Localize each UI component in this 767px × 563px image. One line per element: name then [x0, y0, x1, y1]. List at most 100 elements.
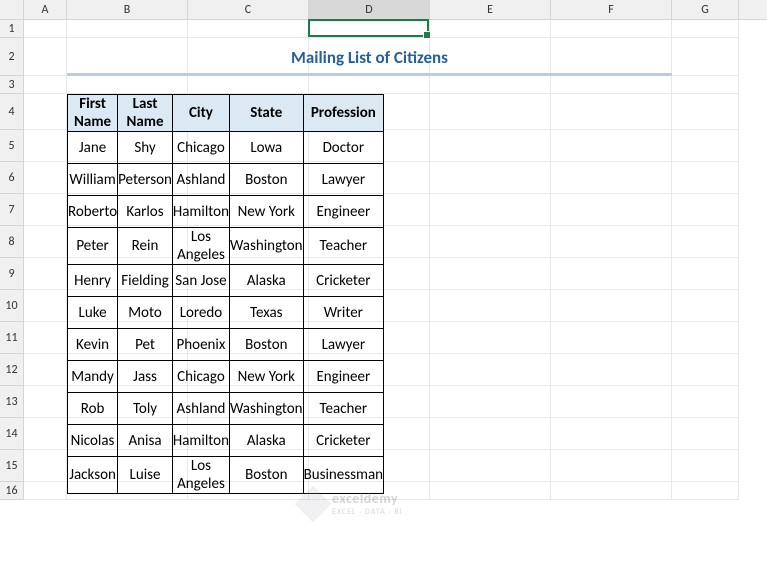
- cell-E6[interactable]: [430, 162, 551, 194]
- cell-F8[interactable]: [551, 226, 672, 258]
- cell-F13[interactable]: [551, 386, 672, 418]
- table-cell[interactable]: Teacher: [303, 393, 383, 425]
- cell-E14[interactable]: [430, 418, 551, 450]
- row-header-15[interactable]: 15: [0, 450, 24, 482]
- table-cell[interactable]: Hamilton: [172, 425, 229, 457]
- table-cell[interactable]: Engineer: [303, 361, 383, 393]
- table-cell[interactable]: Luke: [68, 297, 118, 329]
- table-header[interactable]: City: [172, 95, 229, 132]
- cell-E4[interactable]: [430, 94, 551, 130]
- table-cell[interactable]: Peterson: [118, 164, 173, 196]
- table-cell[interactable]: Pet: [118, 329, 173, 361]
- cell-F3[interactable]: [551, 76, 672, 94]
- cell-F1[interactable]: [551, 20, 672, 38]
- table-cell[interactable]: Henry: [68, 265, 118, 297]
- table-cell[interactable]: Phoenix: [172, 329, 229, 361]
- cell-C3[interactable]: [188, 76, 309, 94]
- cell-E15[interactable]: [430, 450, 551, 482]
- table-cell[interactable]: Los Angeles: [172, 228, 229, 265]
- table-cell[interactable]: Karlos: [118, 196, 173, 228]
- cell-F7[interactable]: [551, 194, 672, 226]
- table-cell[interactable]: Writer: [303, 297, 383, 329]
- row-header-2[interactable]: 2: [0, 38, 24, 76]
- row-header-12[interactable]: 12: [0, 354, 24, 386]
- table-cell[interactable]: Nicolas: [68, 425, 118, 457]
- cell-G10[interactable]: [672, 290, 739, 322]
- cell-E5[interactable]: [430, 130, 551, 162]
- cell-F12[interactable]: [551, 354, 672, 386]
- cell-G8[interactable]: [672, 226, 739, 258]
- table-cell[interactable]: Alaska: [229, 425, 303, 457]
- table-cell[interactable]: Toly: [118, 393, 173, 425]
- table-cell[interactable]: Washington: [229, 228, 303, 265]
- cell-F10[interactable]: [551, 290, 672, 322]
- cell-A14[interactable]: [24, 418, 67, 450]
- table-cell[interactable]: Rob: [68, 393, 118, 425]
- table-cell[interactable]: Washington: [229, 393, 303, 425]
- table-cell[interactable]: Boston: [229, 164, 303, 196]
- row-header-3[interactable]: 3: [0, 76, 24, 94]
- table-cell[interactable]: Anisa: [118, 425, 173, 457]
- cell-D3[interactable]: [309, 76, 430, 94]
- table-cell[interactable]: Jane: [68, 132, 118, 164]
- cell-F9[interactable]: [551, 258, 672, 290]
- table-cell[interactable]: Boston: [229, 457, 303, 494]
- table-cell[interactable]: Chicago: [172, 361, 229, 393]
- col-header-A[interactable]: A: [24, 0, 67, 19]
- table-cell[interactable]: New York: [229, 361, 303, 393]
- col-header-B[interactable]: B: [67, 0, 188, 19]
- table-cell[interactable]: Ashland: [172, 393, 229, 425]
- cell-F5[interactable]: [551, 130, 672, 162]
- table-cell[interactable]: Rein: [118, 228, 173, 265]
- cell-A5[interactable]: [24, 130, 67, 162]
- cell-A15[interactable]: [24, 450, 67, 482]
- cell-A13[interactable]: [24, 386, 67, 418]
- table-cell[interactable]: Chicago: [172, 132, 229, 164]
- table-cell[interactable]: Mandy: [68, 361, 118, 393]
- table-cell[interactable]: Lowa: [229, 132, 303, 164]
- cell-G5[interactable]: [672, 130, 739, 162]
- table-cell[interactable]: Luise: [118, 457, 173, 494]
- cell-A4[interactable]: [24, 94, 67, 130]
- cell-E8[interactable]: [430, 226, 551, 258]
- table-cell[interactable]: Texas: [229, 297, 303, 329]
- table-header[interactable]: Last Name: [118, 95, 173, 132]
- row-header-13[interactable]: 13: [0, 386, 24, 418]
- cell-D1[interactable]: [309, 20, 430, 38]
- cell-G6[interactable]: [672, 162, 739, 194]
- cell-G7[interactable]: [672, 194, 739, 226]
- cell-G4[interactable]: [672, 94, 739, 130]
- col-header-D[interactable]: D: [309, 0, 430, 19]
- cell-E10[interactable]: [430, 290, 551, 322]
- table-header[interactable]: First Name: [68, 95, 118, 132]
- cell-F15[interactable]: [551, 450, 672, 482]
- table-cell[interactable]: Loredo: [172, 297, 229, 329]
- cell-E13[interactable]: [430, 386, 551, 418]
- table-cell[interactable]: Peter: [68, 228, 118, 265]
- cell-A8[interactable]: [24, 226, 67, 258]
- table-cell[interactable]: Hamilton: [172, 196, 229, 228]
- cell-B3[interactable]: [67, 76, 188, 94]
- row-header-4[interactable]: 4: [0, 94, 24, 130]
- table-cell[interactable]: Engineer: [303, 196, 383, 228]
- cell-E3[interactable]: [430, 76, 551, 94]
- table-cell[interactable]: Fielding: [118, 265, 173, 297]
- table-cell[interactable]: New York: [229, 196, 303, 228]
- row-header-1[interactable]: 1: [0, 20, 24, 38]
- cell-F6[interactable]: [551, 162, 672, 194]
- table-cell[interactable]: Boston: [229, 329, 303, 361]
- cell-G16[interactable]: [672, 482, 739, 500]
- cell-F16[interactable]: [551, 482, 672, 500]
- table-cell[interactable]: Lawyer: [303, 164, 383, 196]
- cell-A7[interactable]: [24, 194, 67, 226]
- title-cell[interactable]: Mailing List of Citizens: [67, 38, 672, 76]
- row-header-6[interactable]: 6: [0, 162, 24, 194]
- cell-E11[interactable]: [430, 322, 551, 354]
- row-header-10[interactable]: 10: [0, 290, 24, 322]
- cell-A10[interactable]: [24, 290, 67, 322]
- table-cell[interactable]: Kevin: [68, 329, 118, 361]
- cell-G3[interactable]: [672, 76, 739, 94]
- table-cell[interactable]: Doctor: [303, 132, 383, 164]
- cell-A16[interactable]: [24, 482, 67, 500]
- cell-G14[interactable]: [672, 418, 739, 450]
